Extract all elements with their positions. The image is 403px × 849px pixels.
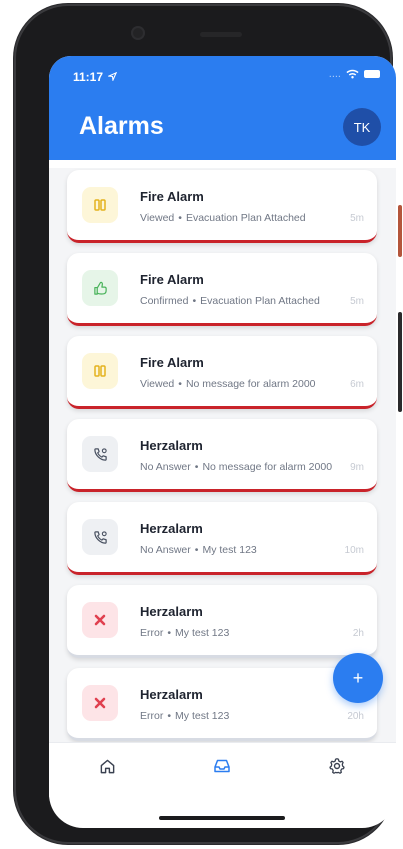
signal-dots: ....	[328, 68, 341, 80]
alarm-time: 9m	[350, 462, 364, 473]
separator-dot: •	[178, 378, 182, 390]
alarm-title: Fire Alarm	[140, 272, 204, 287]
alarm-subtitle: Error • My test 123	[140, 710, 229, 722]
alarm-card[interactable]: Herzalarm Error • My test 123 2h	[67, 585, 377, 658]
separator-dot: •	[194, 461, 199, 473]
separator-dot: •	[192, 295, 197, 307]
separator-dot: •	[167, 710, 172, 722]
thumbs-up-icon	[82, 270, 118, 306]
alarm-message: My test 123	[175, 710, 230, 722]
alarm-time: 5m	[350, 213, 364, 224]
alarm-card[interactable]: Fire Alarm Viewed • Evacuation Plan Attach…	[67, 170, 377, 243]
phone-callback-icon	[82, 519, 118, 555]
inbox-icon[interactable]	[211, 755, 233, 777]
pause-icon	[82, 187, 118, 223]
alarm-title: Fire Alarm	[140, 355, 204, 370]
alarm-title: Herzalarm	[140, 604, 203, 619]
app-header: 11:17 .... Alarms TK	[49, 56, 396, 160]
home-indicator[interactable]	[159, 816, 285, 820]
phone-frame: 11:17 .... Alarms TK Fire Alarm Viewed •…	[14, 4, 396, 844]
alarm-title: Fire Alarm	[140, 189, 204, 204]
error-x-icon	[82, 685, 118, 721]
alarm-status: Confirmed	[140, 295, 189, 307]
alarm-title: Herzalarm	[140, 521, 203, 536]
location-arrow-icon	[107, 71, 118, 83]
alarm-card[interactable]: Herzalarm No Answer • No message for alarm…	[67, 419, 377, 492]
alarm-title: Herzalarm	[140, 438, 203, 453]
phone-callback-icon	[82, 436, 118, 472]
alarm-status: No Answer	[140, 544, 191, 556]
battery-icon	[364, 70, 380, 78]
alarm-card[interactable]: Fire Alarm Viewed • No message for alarm 2…	[67, 336, 377, 409]
front-camera	[131, 26, 145, 40]
alarm-message: Evacuation Plan Attached	[200, 295, 320, 307]
alarm-time: 2h	[352, 628, 364, 639]
alarm-status: Error	[140, 710, 164, 722]
alarm-subtitle: Error • My test 123	[140, 627, 229, 639]
alarm-message: Evacuation Plan Attached	[185, 212, 306, 224]
alarm-subtitle: No Answer • My test 123	[140, 544, 257, 556]
add-alarm-button[interactable]: +	[333, 653, 383, 703]
alarm-subtitle: Confirmed • Evacuation Plan Attached	[140, 295, 320, 307]
alarm-status: No Answer	[140, 461, 191, 473]
alarm-subtitle: Viewed • Evacuation Plan Attached	[140, 212, 306, 224]
alarm-card[interactable]: Herzalarm No Answer • My test 123 10m	[67, 502, 377, 575]
alarm-card[interactable]: Fire Alarm Confirmed • Evacuation Plan Att…	[67, 253, 377, 326]
alarm-title: Herzalarm	[140, 687, 203, 702]
page-title: Alarms	[79, 112, 164, 140]
separator-dot: •	[178, 212, 182, 224]
alarm-status: Viewed	[140, 212, 175, 224]
app-screen: 11:17 .... Alarms TK Fire Alarm Viewed •…	[49, 56, 396, 828]
alarm-time: 5m	[350, 296, 364, 307]
alarm-message: My test 123	[175, 627, 230, 639]
wifi-icon	[346, 69, 359, 79]
alarm-status: Error	[140, 627, 164, 639]
alarm-message: No message for alarm 2000	[202, 461, 333, 473]
status-icons: ....	[329, 68, 380, 80]
gear-icon[interactable]	[326, 755, 348, 777]
separator-dot: •	[167, 627, 172, 639]
alarm-message: My test 123	[202, 544, 257, 556]
home-icon[interactable]	[96, 755, 118, 777]
side-volume-button	[398, 312, 402, 412]
alarm-time: 6m	[350, 379, 364, 390]
side-power-button	[398, 205, 402, 257]
bottom-nav	[49, 742, 396, 797]
pause-icon	[82, 353, 118, 389]
error-x-icon	[82, 602, 118, 638]
alarm-subtitle: Viewed • No message for alarm 2000	[140, 378, 316, 390]
alarm-card[interactable]: Herzalarm Error • My test 123 20h	[67, 668, 377, 741]
alarm-time: 20h	[347, 711, 364, 722]
avatar[interactable]: TK	[343, 108, 381, 146]
separator-dot: •	[194, 544, 199, 556]
earpiece-speaker	[200, 32, 242, 37]
alarm-message: No message for alarm 2000	[185, 378, 316, 390]
alarm-subtitle: No Answer • No message for alarm 2000	[140, 461, 332, 473]
alarm-time: 10m	[344, 545, 364, 556]
status-time: 11:17	[73, 70, 118, 84]
alarm-status: Viewed	[140, 378, 175, 390]
